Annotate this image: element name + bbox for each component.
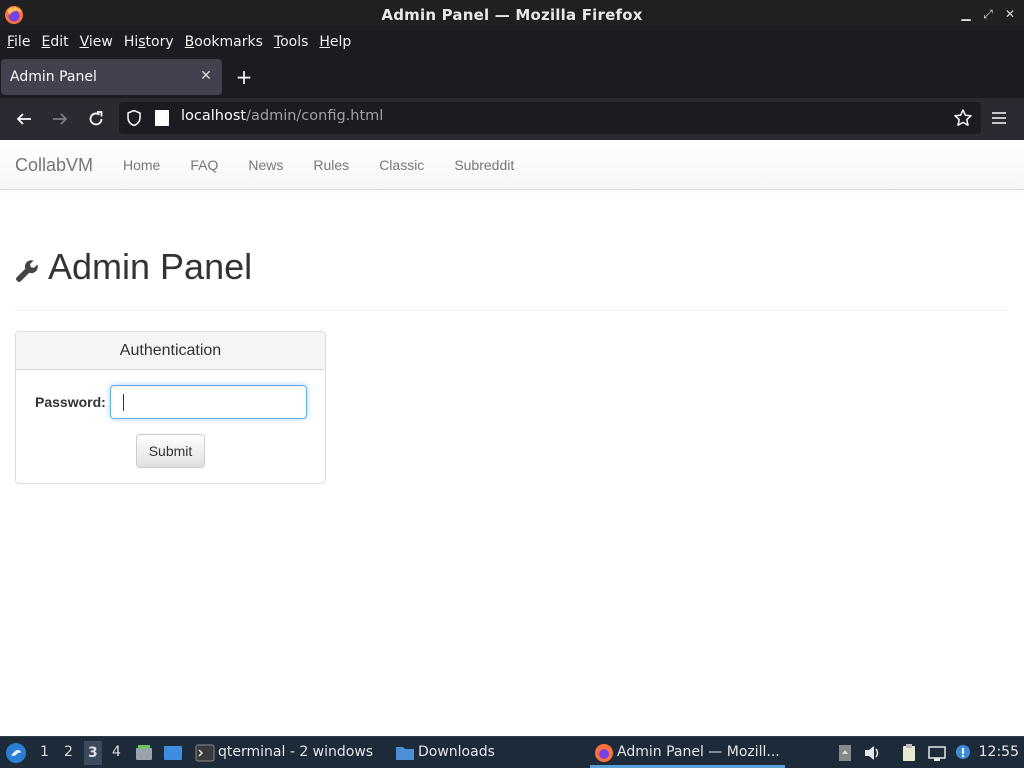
menu-bookmarks[interactable]: Bookmarks bbox=[185, 34, 263, 50]
menu-help[interactable]: Help bbox=[319, 34, 351, 50]
nav-link-classic[interactable]: Classic bbox=[364, 157, 439, 173]
tray-updates-icon[interactable] bbox=[835, 743, 855, 763]
auth-panel-heading: Authentication bbox=[16, 332, 325, 370]
page-content: CollabVM Home FAQ News Rules Classic Sub… bbox=[0, 140, 1024, 736]
url-bar[interactable]: localhost/admin/config.html bbox=[119, 102, 981, 134]
firefox-task-icon bbox=[595, 744, 613, 762]
page-title: Admin Panel bbox=[48, 246, 253, 287]
page-header: Admin Panel bbox=[15, 246, 1008, 311]
site-navbar: CollabVM Home FAQ News Rules Classic Sub… bbox=[0, 140, 1024, 190]
menu-file[interactable]: File bbox=[7, 34, 30, 50]
network-icon[interactable] bbox=[927, 743, 947, 763]
tab-label: Admin Panel bbox=[10, 69, 97, 85]
menu-tools[interactable]: Tools bbox=[274, 34, 309, 50]
nav-link-subreddit[interactable]: Subreddit bbox=[439, 157, 529, 173]
nav-link-home[interactable]: Home bbox=[108, 157, 175, 173]
clock[interactable]: 12:55 bbox=[979, 744, 1019, 760]
auth-panel: Authentication Password: Submit bbox=[15, 331, 326, 484]
minimize-icon[interactable]: ▁ bbox=[958, 6, 974, 22]
folder-icon bbox=[396, 747, 414, 760]
notification-icon[interactable] bbox=[953, 743, 973, 763]
shield-icon[interactable] bbox=[125, 109, 143, 127]
text-caret bbox=[123, 394, 124, 411]
show-desktop-icon[interactable] bbox=[163, 743, 183, 763]
url-text: localhost/admin/config.html bbox=[181, 108, 383, 124]
taskbar: 1 2 3 4 qterminal - 2 windows Downloads … bbox=[0, 736, 1024, 768]
clipboard-icon[interactable] bbox=[899, 743, 919, 763]
url-path: /admin/config.html bbox=[246, 108, 384, 124]
submit-button[interactable]: Submit bbox=[136, 434, 205, 468]
reload-icon[interactable] bbox=[85, 108, 107, 130]
new-tab-icon[interactable]: + bbox=[233, 65, 255, 89]
back-icon[interactable] bbox=[13, 108, 35, 130]
page-icon[interactable] bbox=[155, 110, 169, 126]
url-host: localhost bbox=[181, 108, 247, 124]
task-downloads[interactable]: Downloads bbox=[418, 744, 495, 760]
workspace-1[interactable]: 1 bbox=[40, 744, 49, 760]
volume-icon[interactable] bbox=[862, 743, 882, 763]
password-label: Password: bbox=[35, 394, 106, 410]
site-brand[interactable]: CollabVM bbox=[15, 155, 93, 176]
password-input[interactable] bbox=[110, 385, 307, 419]
bookmark-star-icon[interactable] bbox=[953, 108, 973, 128]
wrench-icon bbox=[16, 260, 38, 282]
nav-link-faq[interactable]: FAQ bbox=[175, 157, 233, 173]
menu-edit[interactable]: Edit bbox=[41, 34, 68, 50]
firefox-logo-icon bbox=[5, 6, 23, 24]
task-qterminal[interactable]: qterminal - 2 windows bbox=[218, 744, 373, 760]
workspace-3[interactable]: 3 bbox=[84, 741, 102, 765]
close-tab-icon[interactable]: ✕ bbox=[198, 68, 214, 84]
nav-toolbar: localhost/admin/config.html bbox=[0, 98, 1024, 140]
hamburger-menu-icon[interactable] bbox=[990, 110, 1008, 126]
tab-admin-panel[interactable]: Admin Panel ✕ bbox=[1, 59, 222, 95]
terminal-icon bbox=[195, 744, 215, 762]
nav-link-rules[interactable]: Rules bbox=[298, 157, 364, 173]
forward-icon[interactable] bbox=[49, 108, 71, 130]
close-window-icon[interactable]: ✕ bbox=[1002, 6, 1018, 22]
tab-strip: Admin Panel ✕ + bbox=[0, 54, 1024, 98]
menu-history[interactable]: History bbox=[124, 34, 174, 50]
nav-link-news[interactable]: News bbox=[233, 157, 298, 173]
restore-icon[interactable]: ⤢ bbox=[980, 6, 996, 22]
window-titlebar: Admin Panel — Mozilla Firefox ▁ ⤢ ✕ bbox=[0, 0, 1024, 30]
menu-bar: File Edit View History Bookmarks Tools H… bbox=[0, 30, 1024, 54]
file-manager-launcher-icon[interactable] bbox=[134, 743, 154, 763]
workspace-2[interactable]: 2 bbox=[64, 744, 73, 760]
workspace-4[interactable]: 4 bbox=[112, 744, 121, 760]
window-title: Admin Panel — Mozilla Firefox bbox=[381, 6, 643, 24]
task-firefox[interactable]: Admin Panel — Mozill... bbox=[617, 744, 780, 760]
menu-view[interactable]: View bbox=[80, 34, 113, 50]
start-menu-icon[interactable] bbox=[5, 742, 27, 764]
